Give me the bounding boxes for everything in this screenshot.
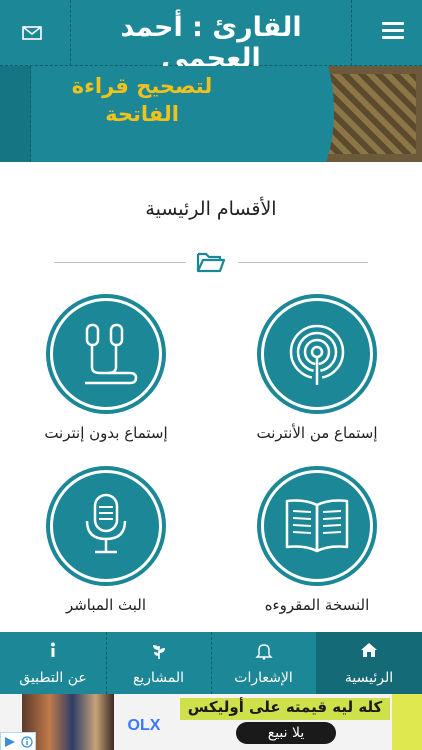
olx-logo: OLX — [124, 706, 164, 740]
readable-copy-label: النسخة المقروءه — [264, 596, 370, 614]
online-listening-label: إستماع من الأنترنت — [256, 424, 378, 442]
tab-notifications[interactable]: الإشعارات — [211, 632, 316, 694]
folder-open-icon — [196, 250, 226, 274]
section-title: الأقسام الرئيسية — [145, 198, 277, 220]
offline-listening-button[interactable]: إستماع بدون إنترنت — [21, 298, 191, 442]
microphone-icon — [50, 470, 162, 582]
divider-line — [54, 262, 186, 263]
divider-line — [238, 262, 368, 263]
ad-cta[interactable]: يلا نبيع — [236, 722, 336, 744]
tab-divider — [106, 632, 107, 694]
tab-home-label: الرئيسية — [344, 670, 394, 686]
hamburger-icon[interactable] — [382, 22, 404, 44]
ad-headline: كله ليه قيمته على أوليكس — [180, 698, 390, 720]
envelope-icon[interactable] — [22, 25, 42, 40]
home-icon — [316, 642, 422, 662]
banner-text: لتصحيح قراءة الفاتحة — [62, 72, 222, 128]
tab-divider — [211, 632, 212, 694]
ad-banner[interactable]: OLX كله ليه قيمته على أوليكس يلا نبيع — [0, 694, 422, 750]
bottom-tab-bar: الرئيسية الإشعارات المشاريع عن التطبيق — [0, 632, 422, 694]
info-icon — [0, 642, 106, 662]
banner-line-1: لتصحيح قراءة — [71, 74, 213, 98]
app-header: القارئ : أحمد العجمي — [0, 0, 422, 74]
bell-icon — [211, 642, 316, 662]
banner-line-2: الفاتحة — [105, 102, 179, 126]
olx-logo-text: OLX — [128, 717, 161, 734]
live-stream-label: البث المباشر — [65, 596, 147, 614]
adchoices-icon[interactable] — [0, 732, 36, 750]
tab-about[interactable]: عن التطبيق — [0, 632, 106, 694]
ad-decoration — [392, 694, 422, 750]
plant-icon — [106, 642, 211, 662]
tab-about-label: عن التطبيق — [19, 670, 87, 686]
mosque-image — [274, 66, 422, 162]
banner-corner — [0, 66, 31, 162]
offline-listening-label: إستماع بدون إنترنت — [44, 424, 168, 442]
tab-projects[interactable]: المشاريع — [106, 632, 211, 694]
earphones-icon — [50, 298, 162, 410]
page-title: القارئ : أحمد العجمي — [120, 12, 302, 74]
readable-copy-button[interactable]: النسخة المقروءه — [232, 470, 402, 614]
live-stream-button[interactable]: البث المباشر — [21, 470, 191, 614]
tab-home[interactable]: الرئيسية — [316, 632, 422, 694]
promo-banner[interactable]: لتصحيح قراءة الفاتحة — [0, 66, 422, 162]
online-listening-button[interactable]: إستماع من الأنترنت — [232, 298, 402, 442]
tab-projects-label: المشاريع — [132, 670, 185, 686]
tab-notifications-label: الإشعارات — [234, 670, 293, 686]
open-book-icon — [261, 470, 373, 582]
broadcast-icon — [261, 298, 373, 410]
